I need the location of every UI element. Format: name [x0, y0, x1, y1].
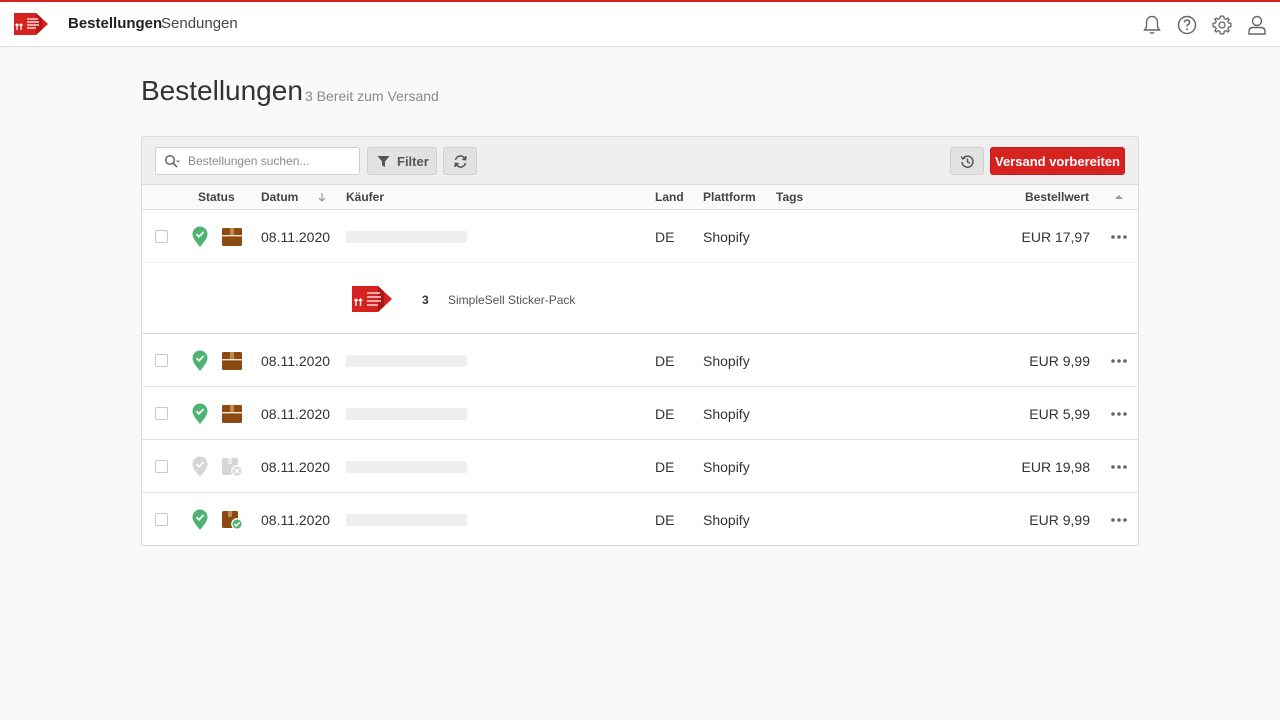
order-platform: Shopify: [703, 406, 750, 422]
history-icon: [960, 155, 974, 168]
buyer-placeholder: [346, 355, 467, 367]
order-platform: Shopify: [703, 229, 750, 245]
order-platform: Shopify: [703, 353, 750, 369]
order-amount: EUR 9,99: [1029, 512, 1090, 528]
page-subtitle: 3 Bereit zum Versand: [305, 88, 439, 104]
row-checkbox[interactable]: [155, 407, 168, 420]
header-plattform[interactable]: Plattform: [703, 190, 756, 204]
search-box[interactable]: [155, 147, 360, 175]
sort-caret-up-icon[interactable]: [1114, 192, 1124, 202]
user-icon[interactable]: [1246, 14, 1268, 36]
more-options-icon[interactable]: [1108, 512, 1130, 528]
table-row[interactable]: 08.11.2020 DE Shopify EUR 5,99: [142, 388, 1138, 440]
header-bestellwert[interactable]: Bestellwert: [1025, 190, 1089, 204]
package-cancelled-icon: [222, 458, 243, 477]
table-row[interactable]: 08.11.2020 DE Shopify EUR 17,97: [142, 211, 1138, 263]
table-row[interactable]: 08.11.2020 DE Shopify EUR 9,99: [142, 494, 1138, 546]
search-input[interactable]: [188, 151, 353, 171]
header-kaeufer[interactable]: Käufer: [346, 190, 384, 204]
bell-icon[interactable]: [1141, 14, 1163, 36]
order-date: 08.11.2020: [261, 459, 331, 475]
order-country: DE: [655, 229, 675, 245]
package-icon: [222, 352, 242, 370]
sort-arrow-down-icon[interactable]: [317, 192, 327, 202]
item-product-name: SimpleSell Sticker-Pack: [448, 293, 576, 307]
package-shipped-icon: [222, 511, 243, 530]
location-check-inactive-icon: [192, 456, 208, 477]
buyer-placeholder: [346, 231, 467, 243]
filter-button[interactable]: Filter: [367, 147, 437, 175]
history-button[interactable]: [950, 147, 984, 175]
order-platform: Shopify: [703, 459, 750, 475]
more-options-icon[interactable]: [1108, 229, 1130, 245]
order-date: 08.11.2020: [261, 229, 331, 245]
location-check-icon: [192, 350, 208, 371]
order-country: DE: [655, 353, 675, 369]
row-checkbox[interactable]: [155, 460, 168, 473]
help-icon[interactable]: [1176, 14, 1198, 36]
refresh-icon: [454, 155, 467, 168]
order-amount: EUR 19,98: [1021, 459, 1090, 475]
location-check-icon: [192, 509, 208, 530]
order-amount: EUR 5,99: [1029, 406, 1090, 422]
order-platform: Shopify: [703, 512, 750, 528]
header-land[interactable]: Land: [655, 190, 684, 204]
order-date: 08.11.2020: [261, 512, 331, 528]
app-logo[interactable]: [12, 10, 50, 38]
more-options-icon[interactable]: [1108, 406, 1130, 422]
row-checkbox[interactable]: [155, 354, 168, 367]
order-date: 08.11.2020: [261, 353, 331, 369]
orders-toolbar: Filter Versand vorbereiten: [142, 137, 1138, 185]
buyer-placeholder: [346, 408, 467, 420]
row-checkbox[interactable]: [155, 230, 168, 243]
table-row[interactable]: 08.11.2020 DE Shopify EUR 9,99: [142, 335, 1138, 387]
refresh-button[interactable]: [443, 147, 477, 175]
header-datum[interactable]: Datum: [261, 190, 298, 204]
product-thumbnail: [352, 286, 392, 312]
order-country: DE: [655, 459, 675, 475]
nav-item-bestellungen[interactable]: Bestellungen: [68, 15, 162, 32]
orders-panel: Filter Versand vorbereiten Status Datum …: [141, 136, 1139, 546]
buyer-placeholder: [346, 461, 467, 473]
more-options-icon[interactable]: [1108, 353, 1130, 369]
filter-button-label: Filter: [397, 154, 429, 169]
order-country: DE: [655, 406, 675, 422]
header-tags[interactable]: Tags: [776, 190, 803, 204]
versand-vorbereiten-button[interactable]: Versand vorbereiten: [990, 147, 1125, 175]
row-checkbox[interactable]: [155, 513, 168, 526]
item-quantity: 3: [422, 293, 429, 307]
search-icon: [164, 154, 180, 168]
nav-item-sendungen[interactable]: Sendungen: [161, 15, 238, 32]
gear-icon[interactable]: [1211, 14, 1233, 36]
order-amount: EUR 9,99: [1029, 353, 1090, 369]
location-check-icon: [192, 226, 208, 247]
table-row[interactable]: 08.11.2020 DE Shopify EUR 19,98: [142, 441, 1138, 493]
filter-icon: [377, 156, 390, 167]
package-icon: [222, 405, 242, 423]
top-navigation-bar: Bestellungen Sendungen: [0, 0, 1280, 47]
page-title: Bestellungen: [141, 75, 303, 106]
order-amount: EUR 17,97: [1021, 229, 1090, 245]
more-options-icon[interactable]: [1108, 459, 1130, 475]
package-icon: [222, 228, 242, 246]
header-status[interactable]: Status: [198, 190, 235, 204]
location-check-icon: [192, 403, 208, 424]
order-detail-item: 3 SimpleSell Sticker-Pack: [142, 262, 1138, 334]
order-date: 08.11.2020: [261, 406, 331, 422]
order-country: DE: [655, 512, 675, 528]
buyer-placeholder: [346, 514, 467, 526]
table-header: Status Datum Käufer Land Plattform Tags …: [142, 185, 1138, 210]
